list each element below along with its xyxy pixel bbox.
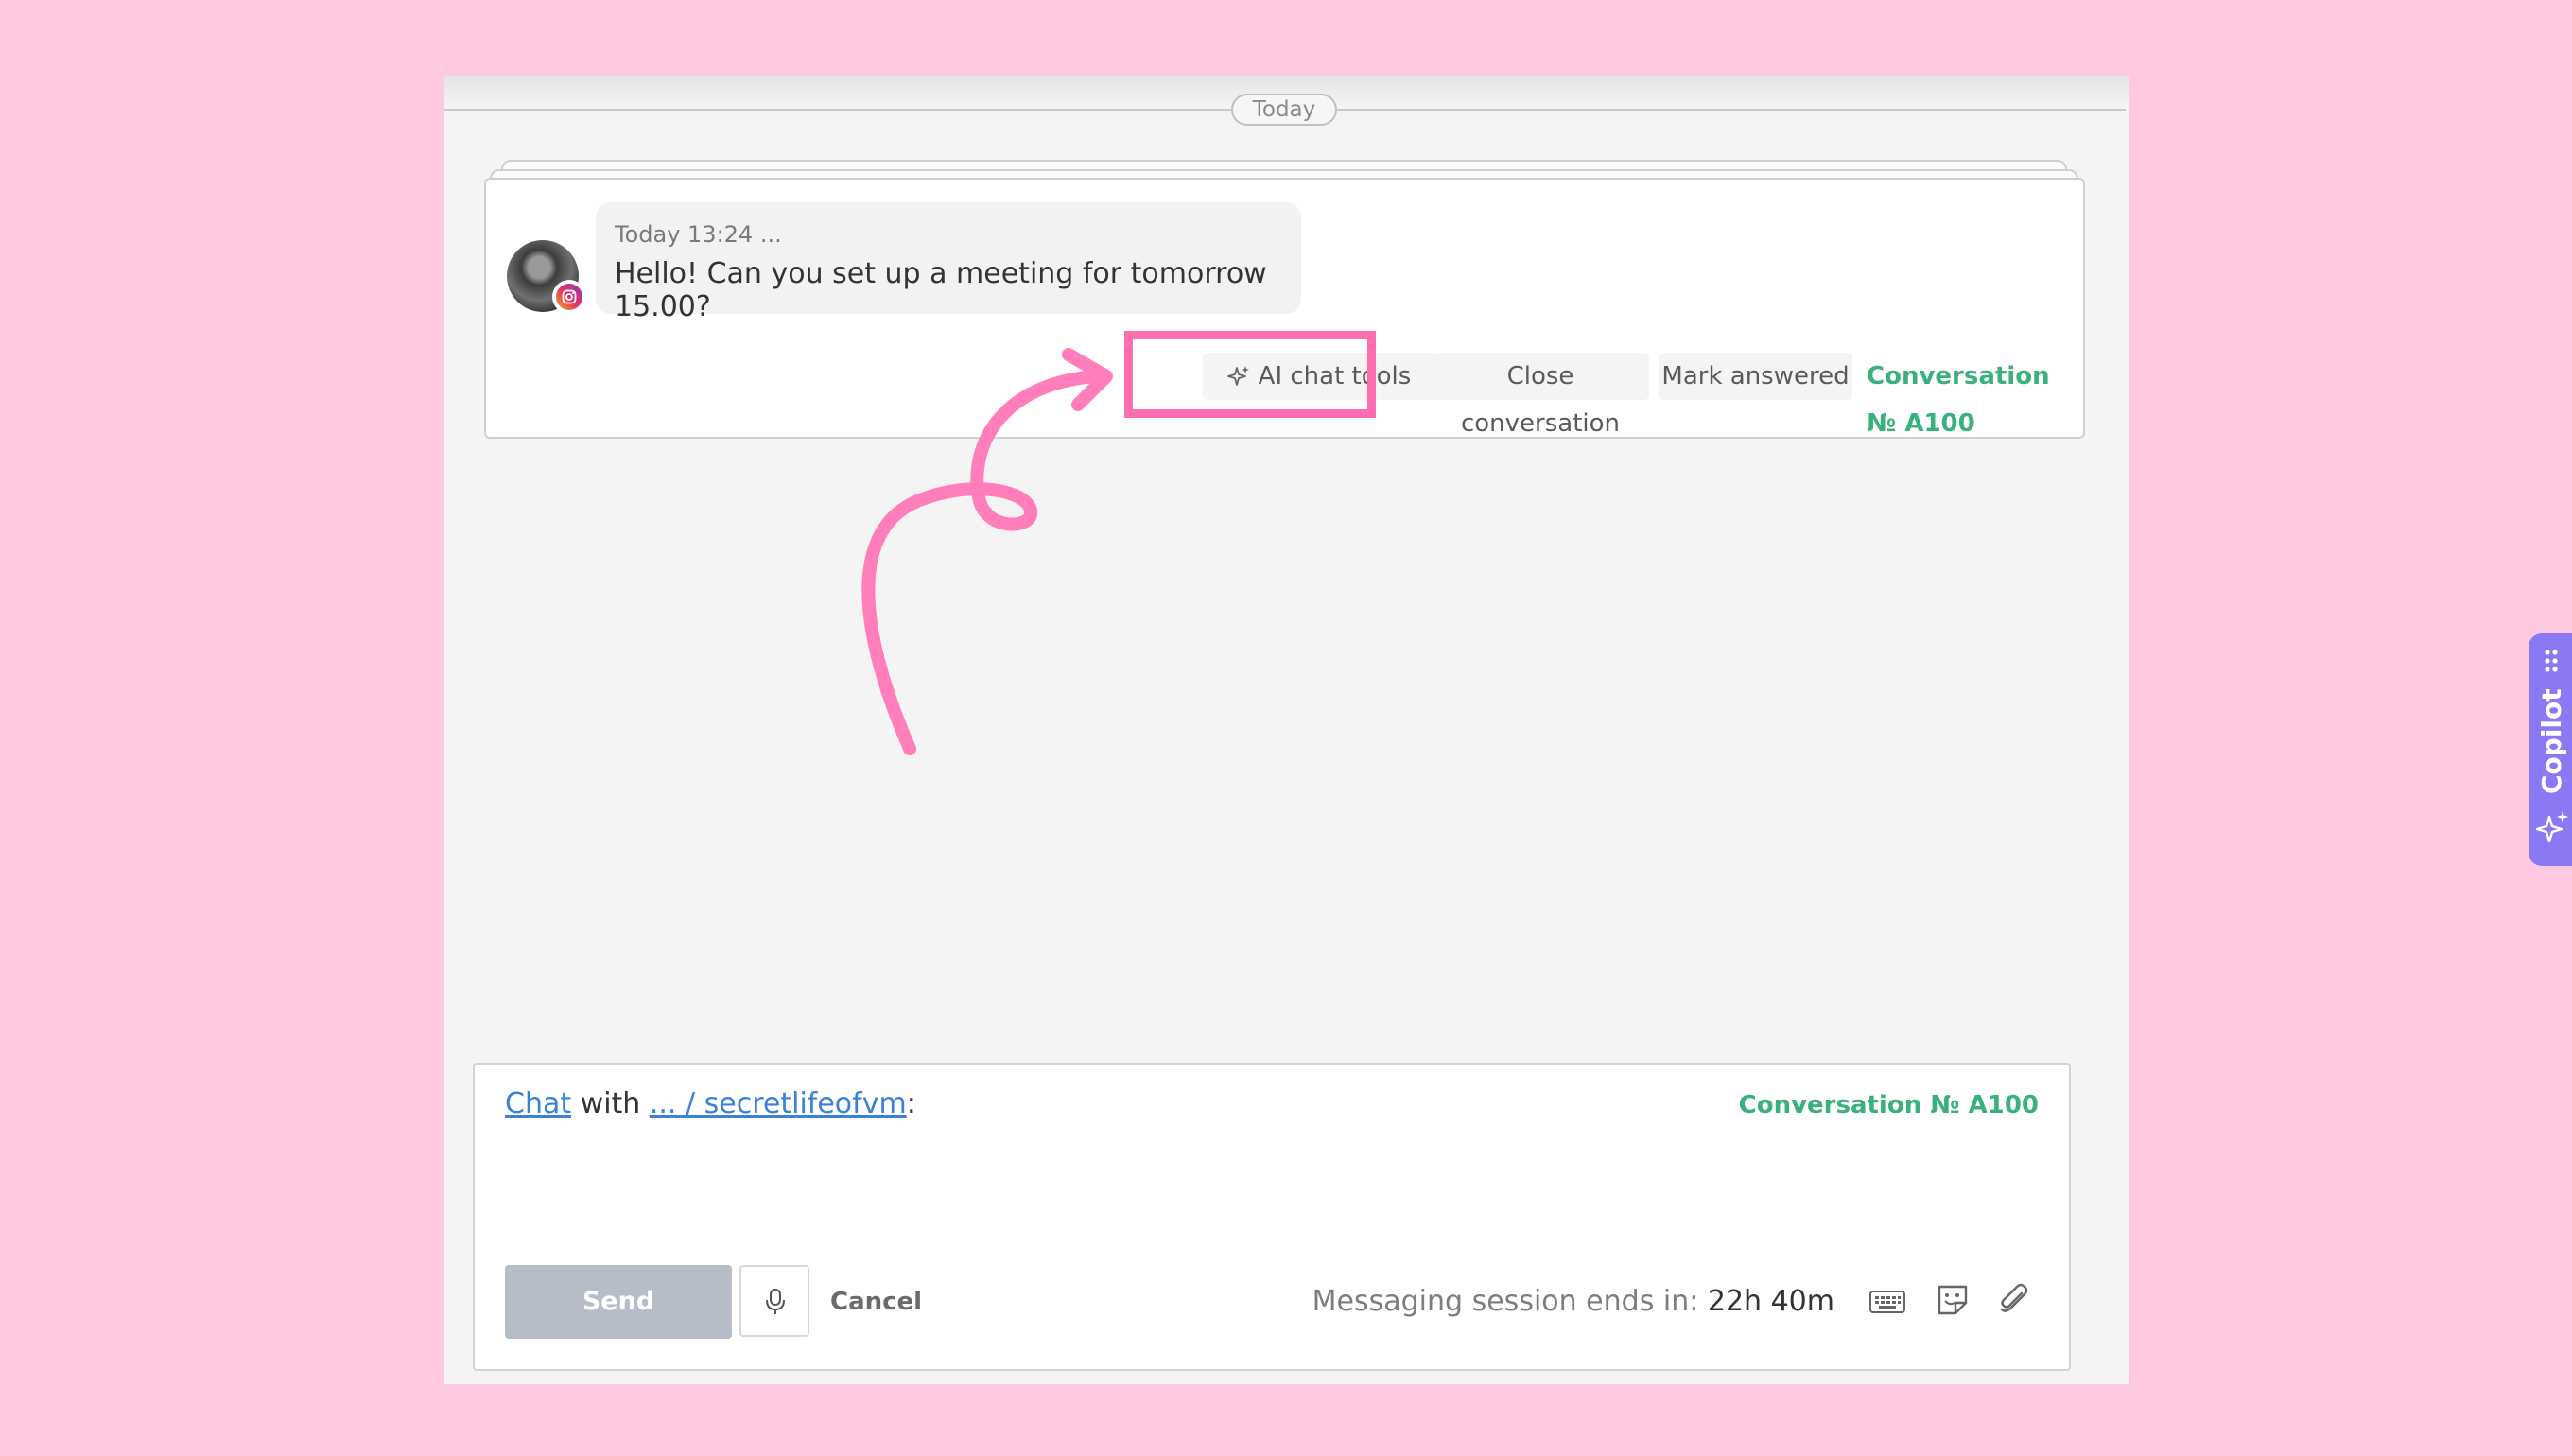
screenshot-root: Today Today 13:24 ... Hello! Can you set… xyxy=(0,0,2572,1456)
annotation-arrow-icon xyxy=(861,348,1113,755)
